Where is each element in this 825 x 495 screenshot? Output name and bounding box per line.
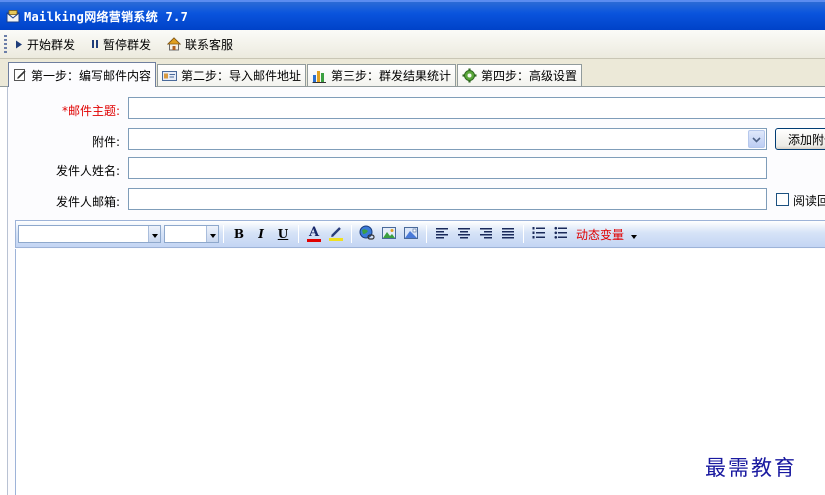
sender-email-input[interactable]: [128, 188, 767, 210]
start-send-label: 开始群发: [27, 37, 76, 52]
edit-icon: [13, 68, 27, 82]
app-mail-icon: [6, 9, 20, 23]
chevron-down-icon: [209, 227, 216, 241]
read-receipt-checkbox[interactable]: [776, 193, 789, 206]
numbered-list-button[interactable]: [529, 224, 549, 244]
attachment-dropdown-button[interactable]: [748, 130, 765, 148]
sender-name-label: 发件人姓名:: [55, 164, 120, 178]
align-right-icon: [479, 227, 493, 242]
align-left-button[interactable]: [432, 224, 452, 244]
numbered-list-icon: [532, 226, 546, 243]
tab-compose-label: 第一步：编写邮件内容: [31, 68, 152, 83]
tab-compose[interactable]: 第一步：编写邮件内容: [8, 62, 157, 87]
toolbar-separator: [523, 225, 524, 243]
picture-icon: [403, 225, 419, 244]
highlighter-icon: [328, 225, 344, 244]
start-send-button[interactable]: 开始群发: [13, 34, 77, 54]
pause-send-button[interactable]: 暂停群发: [89, 34, 153, 54]
tab-stats[interactable]: 第三步：群发结果统计: [307, 64, 457, 86]
add-attachment-button[interactable]: 添加附件: [775, 128, 825, 150]
insert-link-button[interactable]: [357, 224, 377, 244]
align-center-button[interactable]: [454, 224, 474, 244]
highlight-button[interactable]: [326, 224, 346, 244]
subject-label: *邮件主题:: [61, 104, 120, 118]
toolbar-separator: [351, 225, 352, 243]
dynamic-variable-label: 动态变量: [576, 227, 625, 242]
bullet-list-button[interactable]: [551, 224, 571, 244]
watermark: 最需教育: [705, 456, 797, 480]
font-size-dropdown[interactable]: [206, 226, 218, 242]
text-color-button[interactable]: A: [304, 224, 324, 244]
tab-settings[interactable]: 第四步：高级设置: [457, 64, 583, 86]
toolbar-separator: [426, 225, 427, 243]
align-center-icon: [457, 227, 471, 242]
subject-input[interactable]: [128, 97, 825, 119]
tab-import-label: 第二步：导入邮件地址: [181, 69, 302, 83]
toolbar-separator: [223, 225, 224, 243]
contact-support-button[interactable]: 联系客服: [165, 34, 235, 54]
sender-name-input[interactable]: [128, 157, 767, 179]
chevron-down-icon: [151, 227, 158, 241]
sender-email-label: 发件人邮箱:: [55, 195, 120, 209]
title-bar: Mailking网络营销系统 7.7: [0, 0, 825, 30]
font-family-dropdown[interactable]: [148, 226, 160, 242]
play-icon: [15, 40, 23, 49]
contact-support-label: 联系客服: [185, 37, 234, 52]
caret-down-icon: [630, 228, 637, 242]
tab-import[interactable]: 第二步：导入邮件地址: [157, 64, 307, 86]
editor-body[interactable]: [15, 249, 825, 495]
italic-button[interactable]: I: [251, 224, 271, 244]
align-right-button[interactable]: [476, 224, 496, 244]
dynamic-variable-menu[interactable]: 动态变量: [576, 226, 637, 243]
attachment-label: 附件:: [91, 135, 120, 149]
pause-send-label: 暂停群发: [103, 37, 152, 52]
attachment-select[interactable]: [128, 128, 767, 150]
card-icon: [162, 70, 178, 82]
home-icon: [167, 37, 182, 51]
read-receipt-label: 阅读回执: [793, 194, 825, 208]
main-toolbar: 开始群发 暂停群发 联系客服: [0, 30, 825, 59]
step-tabs: 第一步：编写邮件内容 第二步：导入邮件地址 第三步：群发结果统计 第四步：高级设…: [0, 59, 825, 87]
editor-toolbar: B I U A 动态变量: [15, 220, 825, 248]
tab-stats-label: 第三步：群发结果统计: [331, 69, 452, 83]
insert-picture-button[interactable]: [401, 224, 421, 244]
bar-chart-icon: [312, 69, 327, 83]
font-size-select[interactable]: [164, 225, 219, 243]
tab-settings-label: 第四步：高级设置: [481, 69, 578, 83]
underline-button[interactable]: U: [273, 224, 293, 244]
pause-icon: [91, 39, 99, 49]
insert-image-button[interactable]: [379, 224, 399, 244]
bullet-list-icon: [554, 226, 568, 243]
font-family-select[interactable]: [18, 225, 161, 243]
align-justify-icon: [501, 227, 515, 242]
text-color-icon: A: [307, 224, 321, 242]
toolbar-grip[interactable]: [4, 35, 7, 53]
image-icon: [381, 225, 397, 244]
chevron-down-icon: [752, 132, 761, 146]
align-justify-button[interactable]: [498, 224, 518, 244]
toolbar-separator: [298, 225, 299, 243]
align-left-icon: [435, 227, 449, 242]
globe-link-icon: [359, 225, 375, 244]
window-title: Mailking网络营销系统 7.7: [24, 9, 189, 24]
gear-icon: [462, 68, 477, 83]
bold-button[interactable]: B: [229, 224, 249, 244]
